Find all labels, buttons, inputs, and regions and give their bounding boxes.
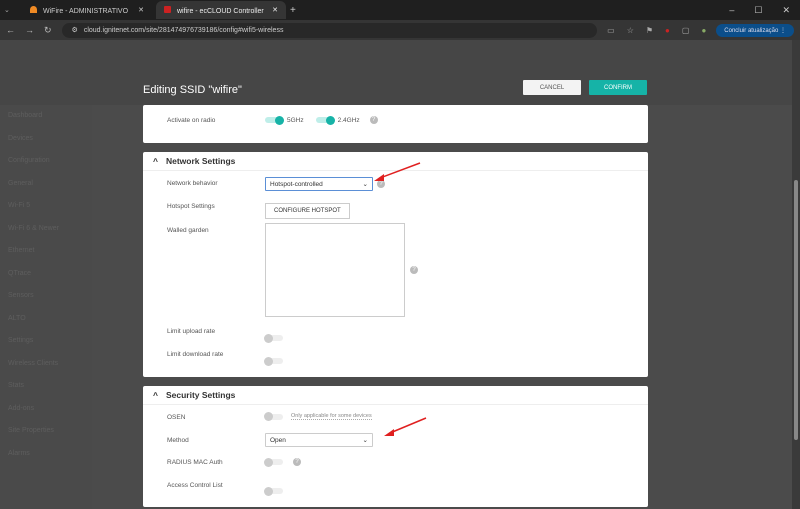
activate-radio-label: Activate on radio <box>167 117 216 124</box>
method-select[interactable]: Open ⌄ <box>265 433 373 447</box>
wifi-favicon-icon <box>30 5 37 13</box>
sidebar-item[interactable]: QTrace <box>0 263 92 286</box>
section-title: Security Settings <box>165 390 236 400</box>
sidebar-item[interactable]: Configuration <box>0 150 92 173</box>
sidebar-item[interactable]: Stats <box>0 375 92 398</box>
walled-garden-textarea[interactable] <box>265 223 405 317</box>
network-behavior-select[interactable]: Hotspot-controlled ⌄ <box>265 177 373 191</box>
sidebar-item[interactable]: ALTO <box>0 308 92 331</box>
toggle-2-4ghz[interactable] <box>315 115 335 125</box>
url-input[interactable]: ⚙ cloud.ignitenet.com/site/28147497673​91… <box>61 22 598 38</box>
security-settings-card: ^ Security Settings OSEN Only applicable … <box>143 386 648 507</box>
tab-wifire-admin[interactable]: WiFire - ADMINISTRATIVO ✕ <box>22 1 152 19</box>
extension-icon[interactable]: ⚑ <box>646 26 653 35</box>
sidebar-item[interactable]: Sensors <box>0 285 92 308</box>
method-label: Method <box>167 437 189 444</box>
collapse-chevron-icon[interactable]: ^ <box>153 156 158 166</box>
limit-download-toggle[interactable] <box>264 356 283 366</box>
network-behavior-label: Network behavior <box>167 180 218 187</box>
eccloud-favicon-icon <box>164 5 171 13</box>
help-icon[interactable]: ? <box>410 266 418 274</box>
limit-download-label: Limit download rate <box>167 351 224 358</box>
red-arrow-annotation <box>374 162 421 181</box>
back-icon[interactable]: ← <box>6 25 15 35</box>
red-arrow-annotation <box>384 417 427 436</box>
sidebar-item[interactable]: Devices <box>0 128 92 151</box>
limit-upload-toggle[interactable] <box>264 333 283 343</box>
sidebar-item[interactable]: Dashboard <box>0 105 92 128</box>
configure-hotspot-button[interactable]: CONFIGURE HOTSPOT <box>265 203 350 219</box>
toggle-5ghz[interactable] <box>265 115 284 125</box>
sidebar-item[interactable]: Wi-Fi 5 <box>0 195 92 218</box>
profile-avatar[interactable]: ● <box>701 26 706 35</box>
sidebar: Dashboard Devices Configuration General Wi-F… <box>0 105 92 509</box>
hotspot-settings-label: Hotspot Settings <box>167 203 215 210</box>
bookmark-star-icon[interactable]: ☆ <box>627 26 634 35</box>
address-bar-row: ← → ↻ ⚙ cloud.ignitenet.com/site/2814749767… <box>0 20 800 40</box>
radius-mac-auth-label: RADIUS MAC Auth <box>167 459 223 466</box>
tab-search-icon[interactable]: ⌄ <box>4 6 18 14</box>
radio-card: Activate on radio 5GHz 2.4GHz ? <box>143 105 648 143</box>
access-control-list-toggle[interactable] <box>264 486 283 496</box>
osen-note: Only applicable for some devices <box>291 413 372 420</box>
osen-toggle[interactable] <box>264 412 283 421</box>
radius-mac-auth-toggle[interactable] <box>264 457 283 467</box>
cast-icon[interactable]: ▭ <box>607 26 615 35</box>
close-window-icon[interactable]: ✕ <box>782 5 790 16</box>
sidebar-item[interactable]: Wi-Fi 6 & Newer <box>0 218 92 241</box>
collapse-chevron-icon[interactable]: ^ <box>153 390 158 400</box>
sidebar-item[interactable]: Site Properties <box>0 420 92 443</box>
chevron-down-icon: ⌄ <box>362 181 368 188</box>
tab-eccloud[interactable]: wifire - ecCLOUD Controller ✕ <box>156 1 286 19</box>
extension-badge-icon[interactable]: ● <box>665 26 670 35</box>
confirm-button[interactable]: CONFIRM <box>589 80 647 95</box>
extensions-puzzle-icon[interactable]: ▢ <box>682 26 690 35</box>
network-settings-card: ^ Network Settings Network behavior Hotsp… <box>143 152 648 377</box>
chevron-down-icon: ⌄ <box>362 437 368 444</box>
sidebar-item[interactable]: Add-ons <box>0 398 92 421</box>
help-icon[interactable]: ? <box>369 116 378 124</box>
app-header-overlay <box>0 40 792 105</box>
sidebar-item[interactable]: Wireless Clients <box>0 353 92 376</box>
site-info-icon[interactable]: ⚙ <box>72 26 78 34</box>
limit-upload-label: Limit upload rate <box>167 328 216 335</box>
new-tab-icon[interactable]: + <box>290 5 296 16</box>
modal-title: Editing SSID "wifire" <box>143 84 242 96</box>
maximize-icon[interactable]: ☐ <box>754 5 762 16</box>
access-control-list-label: Access Control List <box>167 482 223 489</box>
tab-strip: ⌄ WiFire - ADMINISTRATIVO ✕ wifire - ecCL… <box>0 0 800 20</box>
sidebar-item[interactable]: Ethernet <box>0 240 92 263</box>
osen-label: OSEN <box>167 414 186 421</box>
cancel-button[interactable]: CANCEL <box>523 80 581 95</box>
walled-garden-label: Walled garden <box>167 227 209 234</box>
section-title: Network Settings <box>165 156 236 166</box>
close-tab-icon[interactable]: ✕ <box>272 6 278 14</box>
help-icon[interactable]: ? <box>293 458 301 466</box>
reload-icon[interactable]: ↻ <box>44 25 52 36</box>
sidebar-item[interactable]: General <box>0 173 92 196</box>
update-button[interactable]: Concluir atualização ⋮ <box>716 23 794 37</box>
forward-icon[interactable]: → <box>25 25 34 35</box>
page-scrollbar[interactable] <box>792 40 800 509</box>
sidebar-item[interactable]: Alarms <box>0 443 92 466</box>
minimize-icon[interactable]: – <box>729 5 734 16</box>
close-tab-icon[interactable]: ✕ <box>138 6 144 14</box>
sidebar-item[interactable]: Settings <box>0 330 92 353</box>
